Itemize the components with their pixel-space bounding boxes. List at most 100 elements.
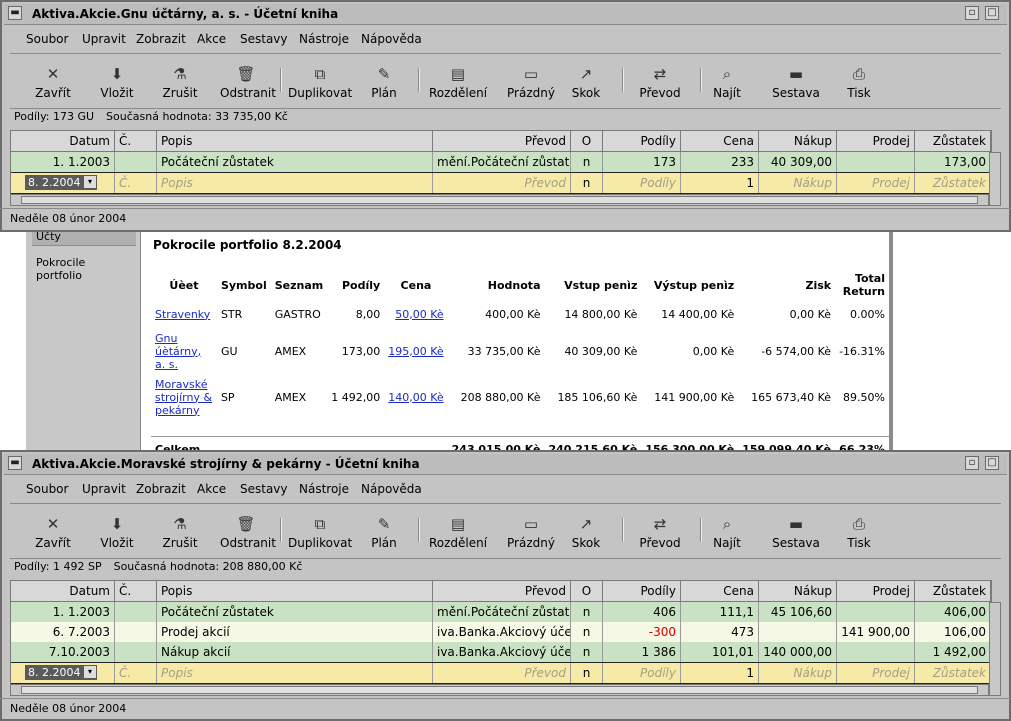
entry-field-sell[interactable]: Prodej: [837, 173, 915, 193]
maximize-button[interactable]: □: [985, 456, 999, 470]
toolbar-button-8[interactable]: ↗ Skok: [566, 504, 606, 556]
title-bar[interactable]: ▬ Aktiva.Akcie.Gnu účtárny, a. s. - Účetn…: [4, 4, 1007, 25]
horizontal-scrollbar[interactable]: [10, 684, 989, 696]
toolbar-button-4[interactable]: ⧉ Duplikovat: [288, 504, 352, 556]
column-header-reconciled[interactable]: O: [571, 131, 603, 151]
entry-field-buy[interactable]: Nákup: [759, 173, 837, 193]
report-price-link[interactable]: 195,00 Kè: [388, 345, 443, 358]
report-price-link[interactable]: 50,00 Kè: [395, 308, 443, 321]
entry-field-transfer[interactable]: Převod: [433, 173, 571, 193]
report-account-link[interactable]: Gnu úètárny, a. s.: [155, 332, 201, 371]
toolbar-button-0[interactable]: ✕ Zavřít: [34, 504, 72, 556]
entry-field-reconciled[interactable]: n: [571, 173, 603, 193]
entry-field-number[interactable]: Č.: [115, 663, 157, 683]
entry-field-shares[interactable]: Podíly: [603, 663, 681, 683]
menu-item-2[interactable]: Zobrazit: [136, 482, 186, 496]
column-header-number[interactable]: Č.: [115, 581, 157, 601]
new-entry-row[interactable]: 8. 2.2004 ▾ Č. Popis Převod n Podíly 1 Nákup Prod…: [11, 662, 991, 684]
entry-field-price[interactable]: 1: [681, 173, 759, 193]
sidebar-item-advanced-portfolio[interactable]: Pokrocile portfolio: [32, 254, 136, 284]
menu-item-6[interactable]: Nápověda: [361, 482, 422, 496]
toolbar-button-0[interactable]: ✕ Zavřít: [34, 54, 72, 106]
new-entry-row[interactable]: 8. 2.2004 ▾ Č. Popis Převod n Podíly 1 Nákup Prod…: [11, 172, 991, 194]
toolbar-button-5[interactable]: ✎ Plán: [366, 54, 402, 106]
window-menu-button[interactable]: ▬: [8, 6, 22, 20]
vertical-scrollbar[interactable]: [989, 602, 1001, 696]
column-header-sell[interactable]: Prodej: [837, 131, 915, 151]
column-header-price[interactable]: Cena: [681, 131, 759, 151]
ledger-row[interactable]: 1. 1.2003 Počáteční zůstatek mění.Počátečn…: [11, 602, 991, 622]
toolbar-button-1[interactable]: ⬇ Vložit: [100, 54, 134, 106]
menu-item-4[interactable]: Sestavy: [240, 32, 288, 46]
toolbar-button-10[interactable]: ⌕ Najít: [710, 504, 744, 556]
menu-item-4[interactable]: Sestavy: [240, 482, 288, 496]
menu-item-0[interactable]: Soubor: [26, 32, 68, 46]
calendar-dropdown-icon[interactable]: ▾: [84, 666, 96, 678]
toolbar-button-6[interactable]: ▤ Rozdělení: [428, 504, 488, 556]
toolbar-button-9[interactable]: ⇄ Převod: [634, 504, 686, 556]
column-header-sell[interactable]: Prodej: [837, 581, 915, 601]
menu-item-5[interactable]: Nástroje: [299, 32, 349, 46]
ledger-row[interactable]: 6. 7.2003 Prodej akcií iva.Banka.Akciový ú…: [11, 622, 991, 642]
toolbar-button-8[interactable]: ↗ Skok: [566, 54, 606, 106]
window-menu-button[interactable]: ▬: [8, 456, 22, 470]
report-price-link[interactable]: 140,00 Kè: [388, 391, 443, 404]
toolbar-button-3[interactable]: 🗑 Odstranit: [220, 504, 276, 556]
column-header-price[interactable]: Cena: [681, 581, 759, 601]
toolbar-button-10[interactable]: ⌕ Najít: [710, 54, 744, 106]
date-input[interactable]: 8. 2.2004 ▾: [25, 175, 97, 190]
column-header-buy[interactable]: Nákup: [759, 581, 837, 601]
ledger-row[interactable]: 7.10.2003 Nákup akcií iva.Banka.Akciový úč…: [11, 642, 991, 662]
report-account-link[interactable]: Moravské strojírny & pekárny: [155, 378, 212, 417]
column-header-transfer[interactable]: Převod: [433, 131, 571, 151]
toolbar-button-2[interactable]: ⚗ Zrušit: [160, 54, 200, 106]
column-header-balance[interactable]: Zůstatek: [915, 581, 991, 601]
column-header-shares[interactable]: Podíly: [603, 131, 681, 151]
toolbar-button-12[interactable]: ⎙ Tisk: [840, 504, 878, 556]
date-input[interactable]: 8. 2.2004 ▾: [25, 665, 97, 680]
toolbar-button-7[interactable]: ▭ Prázdný: [504, 54, 558, 106]
toolbar-button-9[interactable]: ⇄ Převod: [634, 54, 686, 106]
menu-item-0[interactable]: Soubor: [26, 482, 68, 496]
column-header-date[interactable]: Datum: [11, 581, 115, 601]
toolbar-button-1[interactable]: ⬇ Vložit: [100, 504, 134, 556]
toolbar-button-12[interactable]: ⎙ Tisk: [840, 54, 878, 106]
scrollbar-thumb[interactable]: [21, 196, 978, 204]
toolbar-button-3[interactable]: 🗑 Odstranit: [220, 54, 276, 106]
toolbar-button-6[interactable]: ▤ Rozdělení: [428, 54, 488, 106]
toolbar-button-2[interactable]: ⚗ Zrušit: [160, 504, 200, 556]
entry-field-balance[interactable]: Zůstatek: [915, 663, 991, 683]
ledger-row[interactable]: 1. 1.2003 Počáteční zůstatek mění.Počátečn…: [11, 152, 991, 172]
title-bar[interactable]: ▬ Aktiva.Akcie.Moravské strojírny & pekár…: [4, 454, 1007, 475]
entry-field-transfer[interactable]: Převod: [433, 663, 571, 683]
maximize-button[interactable]: □: [985, 6, 999, 20]
toolbar-button-4[interactable]: ⧉ Duplikovat: [288, 54, 352, 106]
toolbar-button-11[interactable]: ▬ Sestava: [768, 504, 824, 556]
column-header-buy[interactable]: Nákup: [759, 131, 837, 151]
menu-item-3[interactable]: Akce: [197, 32, 226, 46]
column-header-number[interactable]: Č.: [115, 131, 157, 151]
menu-item-6[interactable]: Nápověda: [361, 32, 422, 46]
minimize-button[interactable]: ▫: [965, 6, 979, 20]
vertical-scrollbar[interactable]: [989, 152, 1001, 206]
column-header-date[interactable]: Datum: [11, 131, 115, 151]
entry-field-balance[interactable]: Zůstatek: [915, 173, 991, 193]
column-header-balance[interactable]: Zůstatek: [915, 131, 991, 151]
scrollbar-thumb[interactable]: [21, 686, 978, 694]
report-account-link[interactable]: Stravenky: [155, 308, 210, 321]
entry-field-buy[interactable]: Nákup: [759, 663, 837, 683]
column-header-shares[interactable]: Podíly: [603, 581, 681, 601]
sidebar-item-accounts[interactable]: Účty: [32, 232, 136, 246]
toolbar-button-5[interactable]: ✎ Plán: [366, 504, 402, 556]
column-header-transfer[interactable]: Převod: [433, 581, 571, 601]
entry-field-description[interactable]: Popis: [157, 663, 433, 683]
entry-field-sell[interactable]: Prodej: [837, 663, 915, 683]
menu-item-2[interactable]: Zobrazit: [136, 32, 186, 46]
horizontal-scrollbar[interactable]: [10, 194, 989, 206]
entry-field-price[interactable]: 1: [681, 663, 759, 683]
menu-item-1[interactable]: Upravit: [82, 32, 126, 46]
column-header-description[interactable]: Popis: [157, 581, 433, 601]
minimize-button[interactable]: ▫: [965, 456, 979, 470]
calendar-dropdown-icon[interactable]: ▾: [84, 176, 96, 188]
menu-item-5[interactable]: Nástroje: [299, 482, 349, 496]
